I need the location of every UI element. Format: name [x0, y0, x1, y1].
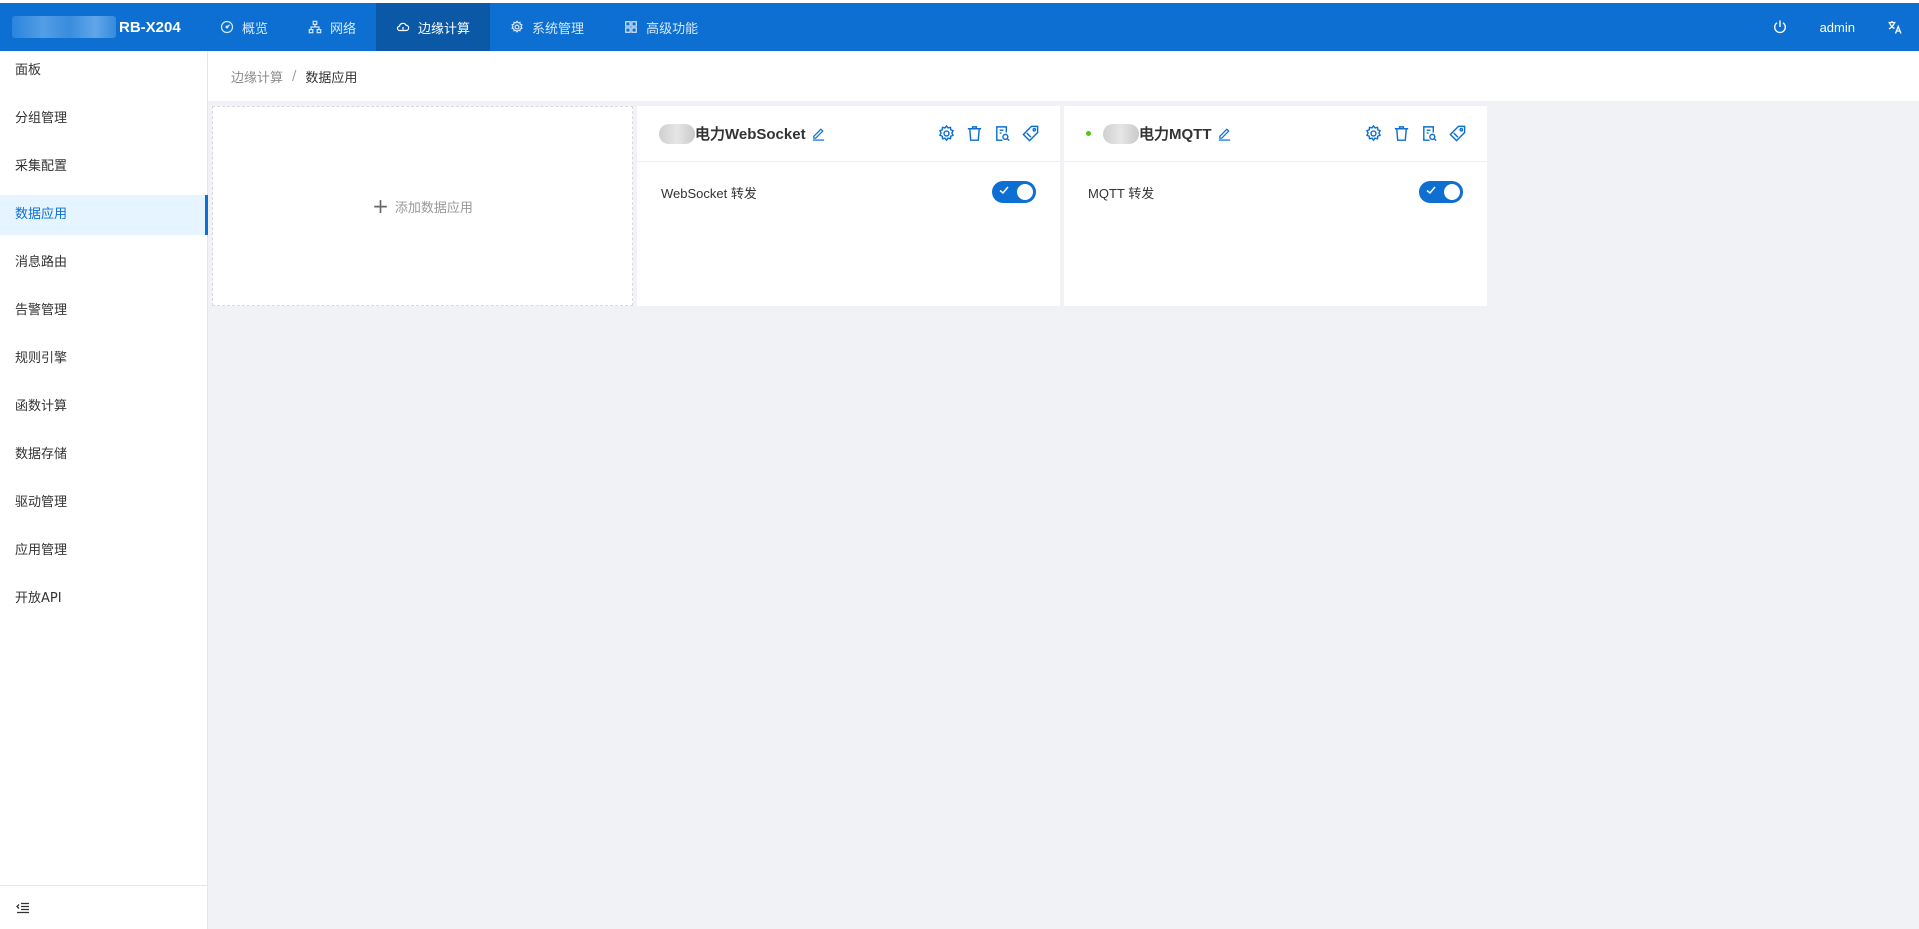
- username: admin: [1819, 19, 1855, 35]
- tag-icon: [1022, 125, 1039, 142]
- card-header: 电力WebSocket: [637, 106, 1060, 162]
- check-icon: [999, 186, 1009, 195]
- log-search-icon: [996, 126, 1010, 142]
- sidebar-item-open-api[interactable]: 开放API: [0, 579, 207, 619]
- toggle-knob: [1017, 184, 1033, 200]
- gear-icon: [1365, 124, 1382, 142]
- blurred-name-prefix: [1103, 123, 1139, 144]
- delete-button[interactable]: [965, 124, 984, 143]
- top-navbar: RB-X204 概览 网络 边缘计算 系统管理 高级功能 admin: [0, 3, 1919, 51]
- logs-button[interactable]: [993, 124, 1012, 143]
- log-search-icon: [1423, 126, 1437, 142]
- power-button[interactable]: [1756, 19, 1804, 35]
- check-icon: [1426, 186, 1436, 195]
- forward-label: WebSocket 转发: [661, 185, 757, 201]
- settings-button[interactable]: [937, 124, 956, 143]
- toggle-knob: [1444, 184, 1460, 200]
- nav-advanced[interactable]: 高级功能: [604, 3, 718, 51]
- sidebar-collapse-button[interactable]: [0, 885, 207, 929]
- brand-logo-blurred: [12, 16, 116, 38]
- sidebar-item-data-apps[interactable]: 数据应用: [0, 195, 208, 235]
- logs-button[interactable]: [1420, 124, 1439, 143]
- add-data-app-label: 添加数据应用: [394, 200, 473, 216]
- nav-label: 系统管理: [532, 21, 585, 37]
- breadcrumb-current: 数据应用: [305, 70, 358, 86]
- cloud-icon: [396, 22, 410, 32]
- nav-label: 网络: [330, 21, 357, 37]
- top-right-actions: admin: [1756, 3, 1919, 51]
- nav-edge-computing[interactable]: 边缘计算: [376, 3, 491, 51]
- network-icon: [308, 20, 322, 34]
- nav-label: 边缘计算: [418, 21, 471, 37]
- sidebar-item-alarms[interactable]: 告警管理: [0, 291, 207, 331]
- nav-label: 概览: [242, 21, 269, 37]
- tag-button[interactable]: [1448, 124, 1467, 143]
- forward-label: MQTT 转发: [1088, 185, 1155, 201]
- card-title: 电力WebSocket: [659, 123, 826, 144]
- breadcrumb: 边缘计算 / 数据应用: [208, 51, 1919, 101]
- sidebar-item-dashboard[interactable]: 面板: [0, 51, 207, 91]
- grid-icon: [625, 21, 637, 33]
- gear-icon: [938, 124, 955, 142]
- sidebar-item-storage[interactable]: 数据存储: [0, 435, 207, 475]
- dashboard-icon: [220, 20, 234, 34]
- enable-toggle[interactable]: [1419, 181, 1463, 203]
- card-title-text: 电力WebSocket: [695, 126, 806, 143]
- language-button[interactable]: [1871, 19, 1919, 35]
- nav-network[interactable]: 网络: [288, 3, 376, 51]
- edit-icon[interactable]: [1217, 126, 1232, 141]
- app-card-websocket: 电力WebSocket WebSocket 转发: [637, 106, 1060, 306]
- blurred-name-prefix: [659, 123, 695, 144]
- card-title: 电力MQTT: [1086, 123, 1232, 144]
- add-data-app-card[interactable]: + 添加数据应用: [212, 106, 633, 306]
- status-dot: [1086, 131, 1091, 136]
- settings-button[interactable]: [1364, 124, 1383, 143]
- edit-icon[interactable]: [811, 126, 826, 141]
- menu-fold-icon: [16, 902, 29, 913]
- sidebar-menu: 面板 分组管理 采集配置 数据应用 消息路由 告警管理 规则引擎 函数计算 数据…: [0, 51, 208, 619]
- enable-toggle[interactable]: [992, 181, 1036, 203]
- tag-button[interactable]: [1021, 124, 1040, 143]
- card-row: WebSocket 转发: [637, 162, 1060, 222]
- sidebar-item-app-management[interactable]: 应用管理: [0, 531, 207, 571]
- sidebar: 面板 分组管理 采集配置 数据应用 消息路由 告警管理 规则引擎 函数计算 数据…: [0, 51, 208, 929]
- plus-icon: +: [372, 194, 389, 218]
- nav-label: 高级功能: [646, 21, 699, 37]
- breadcrumb-separator: /: [292, 68, 297, 84]
- nav-overview[interactable]: 概览: [200, 3, 288, 51]
- card-row: MQTT 转发: [1064, 162, 1487, 222]
- main-content: 边缘计算 / 数据应用 + 添加数据应用 电力WebSocket WebSock…: [208, 51, 1919, 929]
- trash-icon: [1394, 126, 1409, 141]
- brand-model: RB-X204: [119, 18, 181, 36]
- trash-icon: [967, 126, 982, 141]
- card-header: 电力MQTT: [1064, 106, 1487, 162]
- nav-system[interactable]: 系统管理: [490, 3, 604, 51]
- sidebar-item-functions[interactable]: 函数计算: [0, 387, 207, 427]
- sidebar-item-routing[interactable]: 消息路由: [0, 243, 207, 283]
- breadcrumb-parent[interactable]: 边缘计算: [231, 67, 283, 86]
- card-actions: [928, 124, 1040, 143]
- card-actions: [1355, 124, 1467, 143]
- gear-icon: [511, 20, 523, 33]
- translate-icon: [1888, 21, 1902, 34]
- main-nav: 概览 网络 边缘计算 系统管理 高级功能: [200, 3, 718, 51]
- app-card-mqtt: 电力MQTT MQTT 转发: [1064, 106, 1487, 306]
- sidebar-item-drivers[interactable]: 驱动管理: [0, 483, 207, 523]
- app-cards: + 添加数据应用 电力WebSocket WebSocket 转发 电力MQTT…: [212, 106, 1487, 306]
- sidebar-item-collection[interactable]: 采集配置: [0, 147, 207, 187]
- sidebar-item-rules[interactable]: 规则引擎: [0, 339, 207, 379]
- power-icon: [1773, 20, 1786, 34]
- sidebar-item-groups[interactable]: 分组管理: [0, 99, 207, 139]
- brand[interactable]: RB-X204: [0, 3, 200, 51]
- card-title-text: 电力MQTT: [1139, 126, 1212, 143]
- delete-button[interactable]: [1392, 124, 1411, 143]
- tag-icon: [1449, 125, 1466, 142]
- user-menu[interactable]: admin: [1804, 20, 1871, 35]
